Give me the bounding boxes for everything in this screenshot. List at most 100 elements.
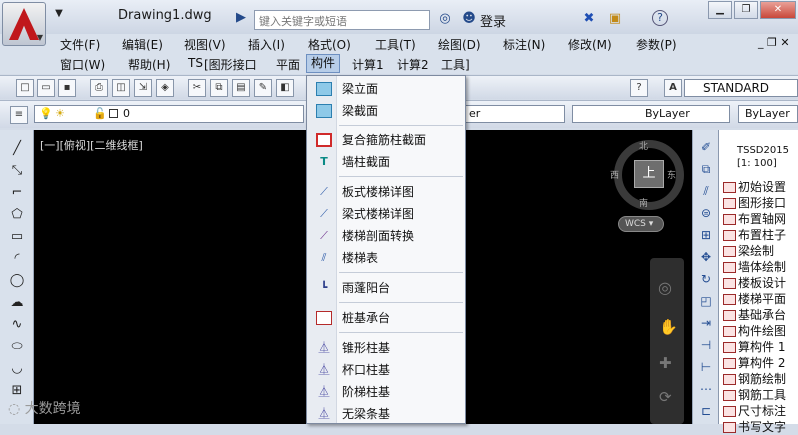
text-style-icon[interactable]: A [664, 79, 682, 97]
workspace-arrow-icon[interactable]: ▶ [232, 9, 250, 27]
save-icon[interactable]: ▪ [58, 79, 76, 97]
break-icon[interactable]: ⋯ [697, 380, 715, 398]
copy-object-icon[interactable]: ⧉ [697, 160, 715, 178]
menu-calc2[interactable]: 计算2 [397, 56, 429, 73]
ellipse-icon[interactable]: ⬭ [8, 338, 26, 356]
menu-view[interactable]: 视图(V) [184, 36, 226, 53]
extend-icon[interactable]: ⊢ [697, 358, 715, 376]
login-link[interactable]: 登录 [480, 11, 506, 30]
polyline-icon[interactable]: ⌐ [8, 184, 26, 202]
menu-file[interactable]: 文件(F) [60, 36, 100, 53]
print-icon[interactable]: ⎙ [90, 79, 108, 97]
menu-draw[interactable]: 绘图(D) [438, 36, 481, 53]
tssd-item[interactable]: 书写文字 [723, 418, 786, 435]
mirror-icon[interactable]: ⫽ [697, 182, 715, 200]
tssd-scale[interactable]: [1: 100] [737, 157, 798, 170]
help-toolbar-icon[interactable]: ? [630, 79, 648, 97]
menu-insert[interactable]: 插入(I) [248, 36, 285, 53]
viewcube-top-face[interactable]: 上 [634, 160, 664, 188]
binoculars-icon[interactable]: ◎ [436, 10, 454, 28]
steering-wheel-icon[interactable]: ◎ [658, 278, 672, 297]
tssd-item[interactable]: 图形接口 [723, 194, 786, 211]
navigation-bar[interactable]: ◎ ✋ ✚ ⟳ [650, 258, 684, 424]
menu-item-stair-table[interactable]: ⫽ 楼梯表 [308, 248, 464, 268]
restore-button[interactable]: ❐ [734, 1, 758, 19]
publish-icon[interactable]: ⇲ [134, 79, 152, 97]
arc-icon[interactable]: ◜ [8, 250, 26, 268]
menu-help[interactable]: 帮助(H) [128, 56, 170, 73]
application-menu-button[interactable]: ▼ [2, 2, 46, 46]
scale-icon[interactable]: ◰ [697, 292, 715, 310]
paste-icon[interactable]: ▤ [232, 79, 250, 97]
3d-dwf-icon[interactable]: ◈ [156, 79, 174, 97]
trim-icon[interactable]: ⊣ [697, 336, 715, 354]
menu-ts[interactable]: TS [188, 56, 203, 70]
match-prop-icon[interactable]: ✎ [254, 79, 272, 97]
help-icon[interactable]: ? [652, 10, 668, 26]
menu-item-strip-footing[interactable]: ⏅ 无梁条基 [308, 404, 464, 424]
tssd-item[interactable]: 布置轴网 [723, 210, 786, 227]
array-icon[interactable]: ⊞ [697, 226, 715, 244]
tssd-item[interactable]: 构件绘图 [723, 322, 786, 339]
copy-icon[interactable]: ⧉ [210, 79, 228, 97]
tssd-item[interactable]: 楼板设计 [723, 274, 786, 291]
tssd-item[interactable]: 钢筋绘制 [723, 370, 786, 387]
viewport-label[interactable]: [一][俯视][二维线框] [40, 137, 143, 153]
minimize-button[interactable]: ▁ [708, 1, 732, 19]
pan-icon[interactable]: ✋ [659, 318, 678, 336]
menu-item-beam-stair[interactable]: ⟋ 梁式楼梯详图 [308, 204, 464, 224]
menu-window[interactable]: 窗口(W) [60, 56, 105, 73]
menu-item-beam-section[interactable]: 梁截面 [308, 101, 464, 121]
menu-item-composite-stirrup[interactable]: 复合箍筋柱截面 [308, 130, 464, 150]
menu-item-step-footing[interactable]: ⏅ 阶梯柱基 [308, 382, 464, 402]
menu-item-wall-column[interactable]: T 墙柱截面 [308, 152, 464, 172]
linetype-select[interactable]: ByLayer [572, 105, 730, 123]
menu-item-pile-cap[interactable]: 桩基承台 [308, 308, 464, 328]
construction-line-icon[interactable]: ⤡ [8, 162, 26, 180]
close-button[interactable]: ✕ [760, 1, 796, 19]
menu-format[interactable]: 格式(O) [308, 36, 351, 53]
menu-item-cone-footing[interactable]: ⏅ 锥形柱基 [308, 338, 464, 358]
menu-item-plate-stair[interactable]: ⟋ 板式楼梯详图 [308, 182, 464, 202]
user-icon[interactable]: ☻ [460, 10, 478, 28]
tssd-item[interactable]: 算构件 1 [723, 338, 785, 355]
tssd-item[interactable]: 楼梯平面 [723, 290, 786, 307]
layer-select[interactable]: 💡 ☀ 🔓 0 [34, 105, 304, 123]
menu-tools-ts[interactable]: 工具] [441, 56, 470, 73]
menu-item-beam-elevation[interactable]: 梁立面 [308, 79, 464, 99]
new-icon[interactable]: □ [16, 79, 34, 97]
menu-plan[interactable]: 平面 [276, 56, 300, 73]
lock-icon[interactable]: ▣ [606, 10, 624, 28]
menu-item-stair-section[interactable]: ⟋ 楼梯剖面转换 [308, 226, 464, 246]
text-style-select[interactable]: STANDARD [684, 79, 798, 97]
circle-icon[interactable]: ◯ [8, 272, 26, 290]
menu-item-canopy-balcony[interactable]: ┗ 雨蓬阳台 [308, 278, 464, 298]
revcloud-icon[interactable]: ☁ [8, 294, 26, 312]
menu-graphic-interface[interactable]: [图形接口 [204, 56, 257, 73]
menu-tools[interactable]: 工具(T) [375, 36, 416, 53]
rectangle-icon[interactable]: ▭ [8, 228, 26, 246]
orbit-icon[interactable]: ⟳ [659, 388, 672, 406]
menu-item-cup-footing[interactable]: ⏅ 杯口柱基 [308, 360, 464, 380]
rotate-icon[interactable]: ↻ [697, 270, 715, 288]
block-editor-icon[interactable]: ◧ [276, 79, 294, 97]
preview-icon[interactable]: ◫ [112, 79, 130, 97]
tssd-item[interactable]: 算构件 2 [723, 354, 785, 371]
join-icon[interactable]: ⊏ [697, 402, 715, 420]
polygon-icon[interactable]: ⬠ [8, 206, 26, 224]
line-icon[interactable]: ╱ [8, 140, 26, 158]
move-icon[interactable]: ✥ [697, 248, 715, 266]
color-select[interactable]: er [450, 105, 565, 123]
spline-icon[interactable]: ∿ [8, 316, 26, 334]
tssd-item[interactable]: 梁绘制 [723, 242, 774, 259]
compass-west[interactable]: 西 [610, 168, 619, 181]
doc-window-controls[interactable]: _ ❐ ✕ [758, 36, 790, 49]
compass-south[interactable]: 南 [639, 196, 648, 209]
wcs-menu[interactable]: WCS ▾ [618, 216, 664, 232]
zoom-icon[interactable]: ✚ [659, 354, 672, 372]
tssd-item[interactable]: 钢筋工具 [723, 386, 786, 403]
menu-dimension[interactable]: 标注(N) [503, 36, 545, 53]
tssd-item[interactable]: 基础承台 [723, 306, 786, 323]
cut-icon[interactable]: ✂ [188, 79, 206, 97]
menu-parameters[interactable]: 参数(P) [636, 36, 677, 53]
